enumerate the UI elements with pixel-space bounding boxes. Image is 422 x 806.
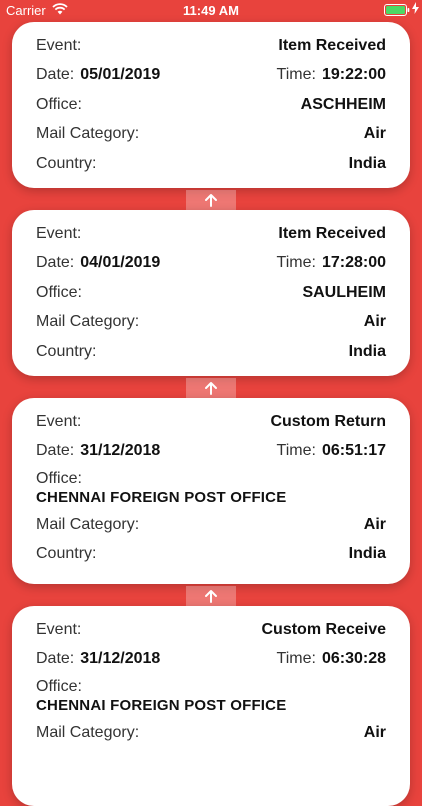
time-label: Time: xyxy=(276,254,316,272)
mail-category-label: Mail Category: xyxy=(36,515,140,533)
mail-category-row: Mail Category: Air xyxy=(36,718,386,748)
office-label: Office: xyxy=(36,678,82,695)
time-value: 06:30:28 xyxy=(321,650,386,668)
mail-category-row: Mail Category: Air xyxy=(36,510,386,540)
timeline-connector xyxy=(186,378,236,398)
date-value: 05/01/2019 xyxy=(80,66,161,84)
country-label: Country: xyxy=(36,545,97,563)
tracking-event-card[interactable]: Event: Custom Receive Date: 31/12/2018 T… xyxy=(12,606,410,806)
time-label: Time: xyxy=(276,650,316,668)
timeline-connector xyxy=(186,586,236,606)
mail-category-value: Air xyxy=(363,313,386,331)
office-block: Office: CHENNAI FOREIGN POST OFFICE xyxy=(36,674,386,718)
date-value: 04/01/2019 xyxy=(80,254,161,272)
mail-category-row: Mail Category: Air xyxy=(36,308,386,338)
event-row: Event: Custom Return xyxy=(36,407,386,437)
status-time: 11:49 AM xyxy=(183,3,239,18)
mail-category-label: Mail Category: xyxy=(36,125,140,143)
battery-icon xyxy=(384,4,410,19)
country-label: Country: xyxy=(36,342,97,360)
office-row: Office: SAULHEIM xyxy=(36,278,386,308)
date-time-row: Date: 05/01/2019 Time: 19:22:00 xyxy=(36,61,386,91)
mail-category-label: Mail Category: xyxy=(36,313,140,331)
date-label: Date: xyxy=(36,254,75,272)
mail-category-label: Mail Category: xyxy=(36,723,140,741)
date-value: 31/12/2018 xyxy=(80,442,161,460)
time-label: Time: xyxy=(276,66,316,84)
event-label: Event: xyxy=(36,620,82,638)
office-label: Office: xyxy=(36,95,82,113)
country-label: Country: xyxy=(36,154,97,172)
mail-category-row: Mail Category: Air xyxy=(36,120,386,150)
time-label: Time: xyxy=(276,442,316,460)
country-row: Country: India xyxy=(36,540,386,570)
arrow-up-icon xyxy=(205,382,217,395)
status-bar: Carrier 11:49 AM xyxy=(0,0,422,20)
charging-bolt-icon xyxy=(412,2,419,17)
office-block: Office: CHENNAI FOREIGN POST OFFICE xyxy=(36,466,386,510)
event-label: Event: xyxy=(36,412,82,430)
office-label: Office: xyxy=(36,470,82,487)
event-row: Event: Item Received xyxy=(36,31,386,61)
office-label: Office: xyxy=(36,283,82,301)
date-value: 31/12/2018 xyxy=(80,650,161,668)
date-label: Date: xyxy=(36,66,75,84)
mail-category-value: Air xyxy=(363,125,386,143)
country-value: India xyxy=(348,154,386,172)
date-time-row: Date: 31/12/2018 Time: 06:30:28 xyxy=(36,645,386,675)
arrow-up-icon xyxy=(205,194,217,207)
event-row: Event: Custom Receive xyxy=(36,615,386,645)
mail-category-value: Air xyxy=(363,723,386,741)
office-value: ASCHHEIM xyxy=(300,95,386,113)
country-value: India xyxy=(348,545,386,563)
event-label: Event: xyxy=(36,36,82,54)
office-value: CHENNAI FOREIGN POST OFFICE xyxy=(36,697,287,714)
office-value: SAULHEIM xyxy=(302,283,386,301)
office-value: CHENNAI FOREIGN POST OFFICE xyxy=(36,489,287,506)
event-value: Item Received xyxy=(278,224,386,242)
country-row: Country: India xyxy=(36,149,386,179)
arrow-up-icon xyxy=(205,590,217,603)
timeline-connector xyxy=(186,190,236,210)
event-value: Custom Return xyxy=(270,412,386,430)
tracking-event-card[interactable]: Event: Custom Return Date: 31/12/2018 Ti… xyxy=(12,398,410,584)
event-label: Event: xyxy=(36,224,82,242)
event-value: Item Received xyxy=(278,36,386,54)
time-value: 17:28:00 xyxy=(321,254,386,272)
event-row: Event: Item Received xyxy=(36,219,386,249)
office-row: Office: ASCHHEIM xyxy=(36,90,386,120)
date-label: Date: xyxy=(36,650,75,668)
time-value: 06:51:17 xyxy=(321,442,386,460)
event-value: Custom Receive xyxy=(261,620,387,638)
date-time-row: Date: 04/01/2019 Time: 17:28:00 xyxy=(36,249,386,279)
tracking-event-card[interactable]: Event: Item Received Date: 04/01/2019 Ti… xyxy=(12,210,410,376)
time-value: 19:22:00 xyxy=(321,66,386,84)
country-row: Country: India xyxy=(36,337,386,367)
date-label: Date: xyxy=(36,442,75,460)
mail-category-value: Air xyxy=(363,515,386,533)
country-value: India xyxy=(348,342,386,360)
tracking-event-card[interactable]: Event: Item Received Date: 05/01/2019 Ti… xyxy=(12,22,410,188)
date-time-row: Date: 31/12/2018 Time: 06:51:17 xyxy=(36,437,386,467)
